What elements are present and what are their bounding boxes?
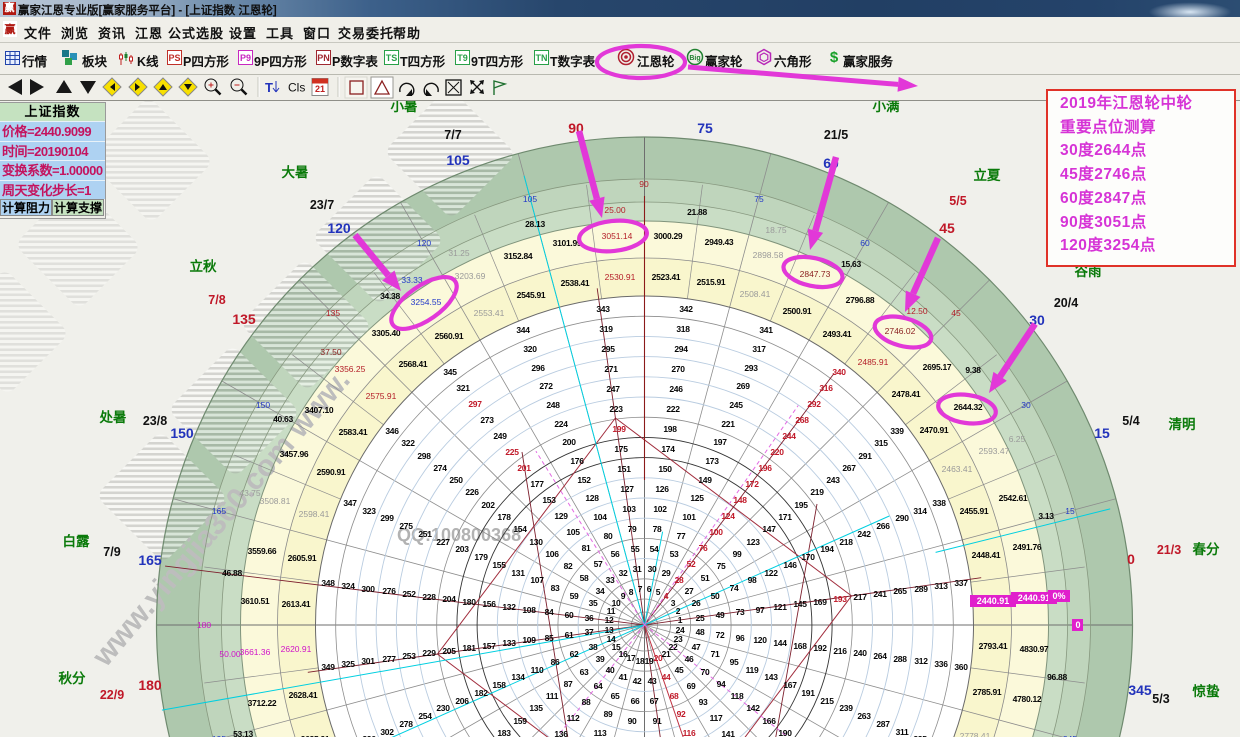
svg-text:Cls: Cls	[288, 81, 305, 95]
svg-text:21: 21	[315, 84, 325, 94]
svg-text:T: T	[265, 80, 273, 95]
svg-text:$: $	[830, 49, 839, 66]
svg-text:Big: Big	[689, 55, 700, 62]
